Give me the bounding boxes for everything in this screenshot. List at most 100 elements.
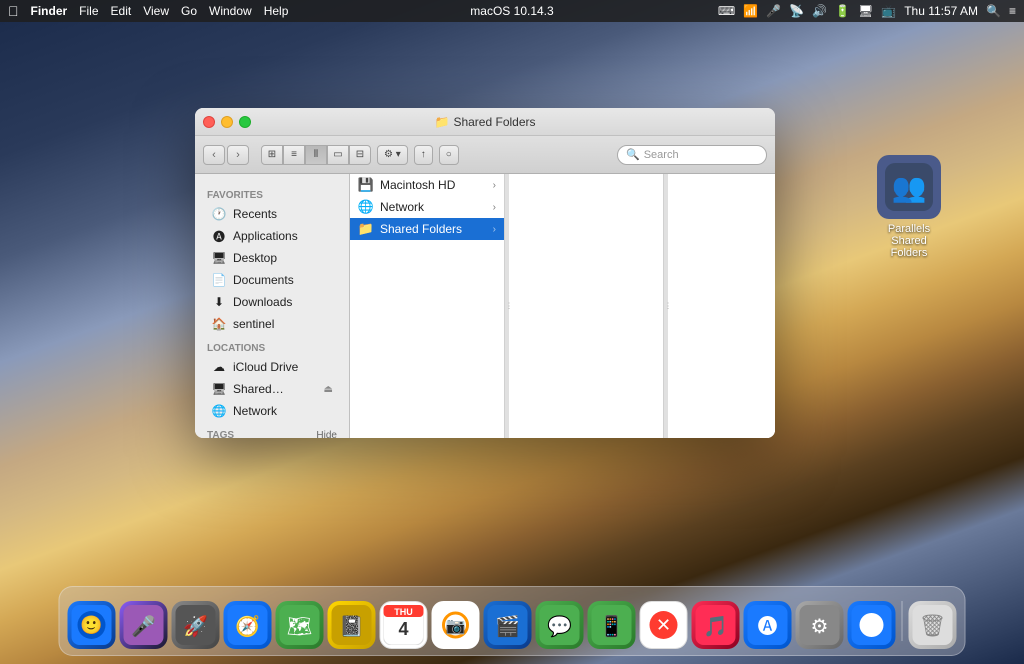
mic-icon: 🎤 (766, 4, 781, 18)
sidebar-item-recents[interactable]: 🕐 Recents (199, 203, 345, 225)
recents-label: Recents (233, 207, 277, 221)
sidebar-item-applications[interactable]: 🅐 Applications (199, 225, 345, 247)
dock-system-prefs[interactable]: ⚙ (796, 601, 844, 649)
file-menu[interactable]: File (79, 4, 98, 18)
column-resizer-2[interactable] (664, 174, 668, 438)
sidebar-item-documents[interactable]: 📄 Documents (199, 269, 345, 291)
tag-button[interactable]: ○ (439, 145, 459, 165)
sidebar-item-sentinel[interactable]: 🏠 sentinel (199, 313, 345, 335)
close-button[interactable] (203, 116, 215, 128)
dock-safari[interactable]: 🧭 (224, 601, 272, 649)
search-bar[interactable]: 🔍 Search (617, 145, 767, 165)
svg-text:📷: 📷 (446, 618, 466, 635)
notification-icon[interactable]: ≡ (1009, 4, 1016, 18)
sentinel-icon: 🏠 (211, 316, 227, 332)
documents-label: Documents (233, 273, 294, 287)
finder-menu[interactable]: Finder (31, 4, 68, 18)
svg-text:🎵: 🎵 (703, 615, 728, 638)
list-view-button[interactable]: ≡ (283, 145, 305, 165)
view-menu[interactable]: View (143, 4, 169, 18)
desktop:  Finder File Edit View Go Window Help m… (0, 0, 1024, 664)
gallery-view-button[interactable]: ⊟ (349, 145, 371, 165)
dock-messages[interactable]: 💬 (536, 601, 584, 649)
sidebar-item-downloads[interactable]: ⬇ Downloads (199, 291, 345, 313)
svg-text:✕: ✕ (656, 615, 671, 635)
favorites-section-title: Favorites (195, 182, 349, 203)
search-icon: 🔍 (626, 148, 640, 161)
share-button[interactable]: ↑ (414, 145, 433, 165)
svg-text:🗺: 🗺 (287, 616, 312, 638)
eject-button[interactable]: ⏏ (324, 384, 333, 395)
chevron-right-icon-3: › (493, 224, 496, 235)
apple-menu[interactable]:  (8, 3, 19, 19)
sidebar-item-shared[interactable]: 🖥 Shared… ⏏ (199, 378, 345, 400)
airdrop-icon: 📡 (789, 4, 804, 18)
title-bar: 📁 Shared Folders (195, 108, 775, 136)
dock-calendar[interactable]: THU 4 (380, 601, 428, 649)
window-menu[interactable]: Window (209, 4, 252, 18)
content-area: Favorites 🕐 Recents 🅐 Applications 🖥 Des… (195, 174, 775, 438)
network-icon: 🌐 (211, 403, 227, 419)
dock-appstore[interactable]: 🅐 (744, 601, 792, 649)
applications-label: Applications (233, 229, 298, 243)
forward-button[interactable]: › (227, 145, 249, 165)
screen-icon: 🖥 (858, 4, 873, 18)
column-view-button[interactable]: ⫴ (305, 145, 327, 165)
column-resizer-1[interactable] (505, 174, 509, 438)
network-col-label: Network (380, 200, 424, 214)
svg-text:THU: THU (394, 607, 413, 617)
keyboard-icon: ⌨ (718, 4, 735, 18)
column-2 (509, 174, 664, 438)
dock-facetime[interactable]: 📱 (588, 601, 636, 649)
menu-bar-left:  Finder File Edit View Go Window Help (8, 3, 718, 19)
sidebar-item-desktop[interactable]: 🖥 Desktop (199, 247, 345, 269)
sidebar-item-network[interactable]: 🌐 Network (199, 400, 345, 422)
help-menu[interactable]: Help (264, 4, 289, 18)
desktop-label: Desktop (233, 251, 277, 265)
time-display: Thu 11:57 AM (904, 4, 978, 18)
column-item-shared-folders[interactable]: 📁 Shared Folders › (350, 218, 504, 240)
applications-icon: 🅐 (211, 228, 227, 244)
minimize-button[interactable] (221, 116, 233, 128)
dock-notes[interactable]: 📓 (328, 601, 376, 649)
downloads-label: Downloads (233, 295, 292, 309)
search-icon[interactable]: 🔍 (986, 4, 1001, 18)
dock-siri[interactable]: 🎤 (120, 601, 168, 649)
svg-text:🗑: 🗑 (919, 613, 947, 638)
menu-bar:  Finder File Edit View Go Window Help m… (0, 0, 1024, 22)
dock-trash[interactable]: 🗑 (909, 601, 957, 649)
dock-music[interactable]: 🎵 (692, 601, 740, 649)
maximize-button[interactable] (239, 116, 251, 128)
edit-menu[interactable]: Edit (111, 4, 132, 18)
dock-keynote[interactable]: 🎬 (484, 601, 532, 649)
go-menu[interactable]: Go (181, 4, 197, 18)
dock-finder[interactable]: 🙂 (68, 601, 116, 649)
dock-photos[interactable]: 📷 (432, 601, 480, 649)
column-item-macintosh-hd[interactable]: 💾 Macintosh HD › (350, 174, 504, 196)
dock-contact-sync[interactable] (848, 601, 896, 649)
action-button[interactable]: ⚙ ▾ (377, 145, 408, 165)
dock-launchpad[interactable]: 🚀 (172, 601, 220, 649)
shared-folders-col-icon: 📁 (358, 221, 374, 237)
icon-view-button[interactable]: ⊞ (261, 145, 283, 165)
columns-area: 💾 Macintosh HD › 🌐 Network › 📁 Shared Fo… (350, 174, 775, 438)
sidebar-item-icloud[interactable]: ☁ iCloud Drive (199, 356, 345, 378)
folder-icon: 📁 (435, 115, 450, 129)
column-item-network[interactable]: 🌐 Network › (350, 196, 504, 218)
parallels-shared-folders-icon[interactable]: 👥 Parallels SharedFolders (869, 155, 949, 259)
macintosh-hd-icon: 💾 (358, 177, 374, 193)
tags-header: Tags Hide (195, 422, 349, 438)
back-button[interactable]: ‹ (203, 145, 225, 165)
locations-section-title: Locations (195, 335, 349, 356)
svg-text:💬: 💬 (547, 614, 572, 638)
parallels-icon-image: 👥 (877, 155, 941, 219)
menu-bar-right: ⌨ 📶 🎤 📡 🔊 🔋 🖥 📺 Thu 11:57 AM 🔍 ≡ (718, 4, 1016, 18)
tags-hide-button[interactable]: Hide (316, 430, 337, 438)
menu-bar-center: macOS 10.14.3 (470, 4, 553, 18)
parallels-icon-label: Parallels SharedFolders (869, 223, 949, 259)
cover-flow-button[interactable]: ▭ (327, 145, 349, 165)
svg-text:4: 4 (398, 619, 408, 639)
dock-maps[interactable]: 🗺 (276, 601, 324, 649)
dock-news[interactable]: ✕ (640, 601, 688, 649)
recents-icon: 🕐 (211, 206, 227, 222)
